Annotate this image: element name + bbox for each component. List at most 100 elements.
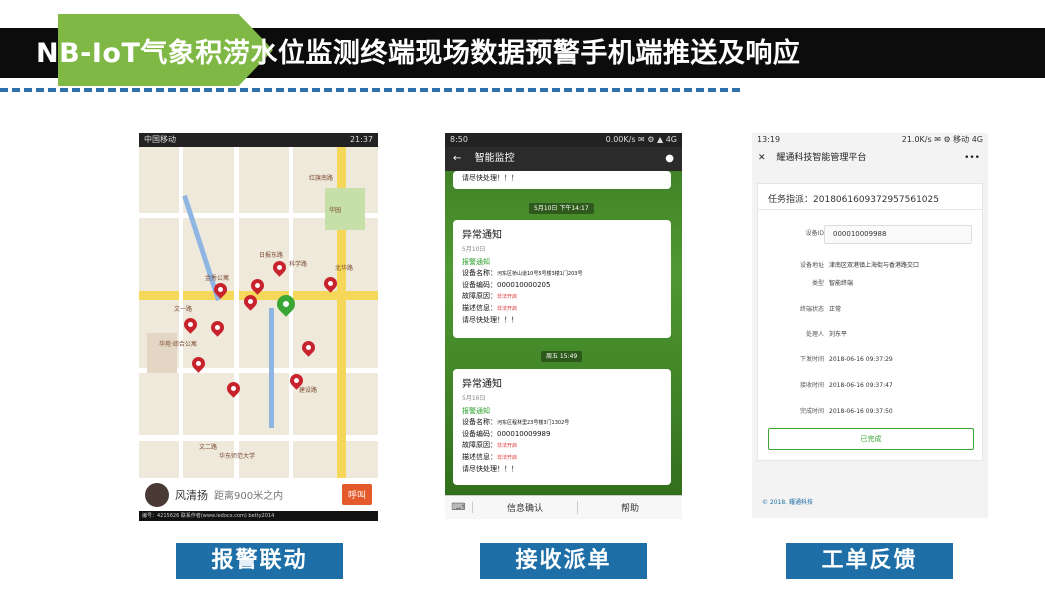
status-bar: 中国移动 21:37 xyxy=(139,133,378,147)
field-value: 非法开启 xyxy=(497,443,518,449)
message-bubble[interactable]: 异常通知 5月10日 报警通知 设备名称：河东区桥山道10号5号楼3楼1门203… xyxy=(453,220,671,338)
form-row: 类型 智能终端 xyxy=(758,277,982,291)
info-confirm-button[interactable]: 信息确认 xyxy=(473,501,577,514)
message-bubble[interactable]: 异常通知 5月16日 报警通知 设备名称：河东区程林里23号楼3门1302号 设… xyxy=(453,369,671,485)
field-value: 000010000205 xyxy=(497,281,551,289)
message-field: 故障原因：非法开启 xyxy=(462,440,662,452)
alarm-location-pin[interactable] xyxy=(299,338,318,357)
message-title: 异常通知 xyxy=(462,379,502,390)
form-row: 接收时间 2018-06-16 09:37:47 xyxy=(758,379,982,393)
message-tail: 请尽快处理！！！ xyxy=(462,465,518,473)
app-bar: ← 智能监控 ● xyxy=(445,147,682,171)
alarm-location-pin[interactable] xyxy=(208,318,227,337)
field-label: 设备ID xyxy=(805,230,824,237)
alarm-location-pin[interactable] xyxy=(181,315,200,334)
responder-distance: 距离900米之内 xyxy=(214,491,284,502)
clock-label: 8:50 xyxy=(450,135,468,144)
field-value: 河东区桥山道10号5号楼3楼1门203号 xyxy=(497,271,583,277)
map-label: 华苑·综合公寓 xyxy=(159,341,197,348)
message-bubble: 请尽快处理！！！ xyxy=(453,171,671,189)
message-timestamp: 5月10日 下午14:17 xyxy=(529,203,594,214)
map-label: 科学路 xyxy=(289,261,308,268)
map-label: 华东师范大学 xyxy=(219,453,256,460)
map-river xyxy=(269,308,274,428)
status-icons: 0.00K/s ✉ ⚙ ▲ 4G xyxy=(605,135,677,144)
field-value: 智能终端 xyxy=(829,280,854,287)
form-row: 设备地址 津南区双港镇上海街与香港路交口 xyxy=(758,259,982,273)
alarm-location-pin[interactable] xyxy=(224,379,243,398)
field-value: 2018-06-16 09:37:47 xyxy=(829,382,893,389)
status-bar: 8:50 0.00K/s ✉ ⚙ ▲ 4G xyxy=(445,133,682,147)
form-row: 完成时间 2018-06-16 09:37:50 xyxy=(758,405,982,419)
form-row: 终端状态 正常 xyxy=(758,303,982,317)
field-label: 描述信息： xyxy=(462,453,497,461)
map-label: 日报东路 xyxy=(259,252,284,259)
status-bar: 13:19 21.0K/s ✉ ⚙ 移动 4G xyxy=(752,133,988,147)
clock-label: 21:37 xyxy=(349,135,373,144)
message-field: 故障原因：非法开启 xyxy=(462,291,662,303)
message-date: 5月16日 xyxy=(462,395,486,402)
app-title: 智能监控 xyxy=(474,153,515,164)
field-label: 故障原因： xyxy=(462,441,497,449)
responder-card: 风清扬 距离900米之内 呼叫 xyxy=(139,478,378,511)
form-row: 下发时间 2018-06-16 09:37:29 xyxy=(758,353,982,367)
message-date: 5月10日 xyxy=(462,246,486,253)
message-field: 设备名称：河东区程林里23号楼3门1302号 xyxy=(462,417,662,429)
map-road xyxy=(234,147,239,478)
field-value: 刘东平 xyxy=(829,331,848,338)
field-value: 非法开启 xyxy=(497,294,518,300)
page-title: NB-IoT气象积涝水位监测终端现场数据预警手机端推送及响应 xyxy=(36,38,801,69)
phone-workorder-screen: 13:19 21.0K/s ✉ ⚙ 移动 4G ✕ 耀通科技智能管理平台 •••… xyxy=(752,133,988,518)
alarm-location-pin[interactable] xyxy=(270,258,289,277)
map-label: 红旗南路 xyxy=(309,175,334,182)
field-value: 正常 xyxy=(829,306,842,313)
back-arrow-icon[interactable]: ← xyxy=(453,153,461,164)
message-timestamp: 周五 15:49 xyxy=(541,351,583,362)
more-icon[interactable]: ••• xyxy=(964,147,980,169)
message-title: 异常通知 xyxy=(462,230,502,241)
message-tail: 请尽快处理！！！ xyxy=(462,174,518,182)
field-label: 设备编码： xyxy=(462,281,497,289)
field-label: 设备地址 xyxy=(799,262,824,269)
completed-button[interactable]: 已完成 xyxy=(768,428,974,450)
caption-alarm-linkage: 报警联动 xyxy=(176,543,343,579)
person-icon[interactable]: ● xyxy=(665,147,674,171)
copyright: © 2018. 耀通科技 xyxy=(762,499,813,506)
caption-workorder-feedback: 工单反馈 xyxy=(786,543,953,579)
message-alarm-tag: 报警通知 xyxy=(462,258,490,266)
keyboard-icon[interactable]: ⌨ xyxy=(445,502,473,513)
task-assignment: 任务指派：20180616093729575610​25 xyxy=(768,192,939,205)
slide: NB-IoT气象积涝水位监测终端现场数据预警手机端推送及响应 中国移动 21:3… xyxy=(0,0,1045,600)
map-label: 北华路 xyxy=(335,265,354,272)
map-label: 金秀公寓 xyxy=(205,275,230,282)
field-value: 非法开启 xyxy=(497,306,518,312)
field-value: 2018-06-16 09:37:29 xyxy=(829,356,893,363)
message-alarm-tag: 报警通知 xyxy=(462,407,490,415)
field-label: 完成时间 xyxy=(799,408,824,415)
phone-chat-screen: 8:50 0.00K/s ✉ ⚙ ▲ 4G ← 智能监控 ● 请尽快处理！！！ … xyxy=(445,133,682,519)
message-field: 描述信息：非法开启 xyxy=(462,303,662,315)
chat-menu-bar: ⌨ 信息确认 帮助 xyxy=(445,495,682,519)
call-button[interactable]: 呼叫 xyxy=(341,484,372,505)
caption-receive-dispatch: 接收派单 xyxy=(480,543,647,579)
field-label: 处理人 xyxy=(805,331,824,338)
field-label: 设备名称： xyxy=(462,418,497,426)
map-label: 华园 xyxy=(329,207,342,214)
help-button[interactable]: 帮助 xyxy=(577,501,682,514)
close-icon[interactable]: ✕ xyxy=(758,153,766,163)
message-field: 设备名称：河东区桥山道10号5号楼3楼1门203号 xyxy=(462,268,662,280)
field-value: 非法开启 xyxy=(497,455,518,461)
clock-label: 13:19 xyxy=(757,135,781,144)
field-label: 故障原因： xyxy=(462,292,497,300)
field-label: 终端状态 xyxy=(799,306,824,313)
message-field: 描述信息：非法开启 xyxy=(462,452,662,464)
avatar xyxy=(145,482,169,507)
field-value: 000010009989 xyxy=(497,430,551,438)
field-label: 描述信息： xyxy=(462,304,497,312)
map-label: 文一路 xyxy=(174,306,193,313)
device-id-field[interactable]: 000010009988 xyxy=(824,225,972,244)
page-header: ✕ 耀通科技智能管理平台 ••• xyxy=(752,147,988,169)
field-value: 津南区双港镇上海街与香港路交口 xyxy=(829,262,920,269)
watermark-strip: 编号：4215626 联系作者(www.iedocx.com) betty201… xyxy=(139,511,378,521)
field-label: 设备编码： xyxy=(462,430,497,438)
